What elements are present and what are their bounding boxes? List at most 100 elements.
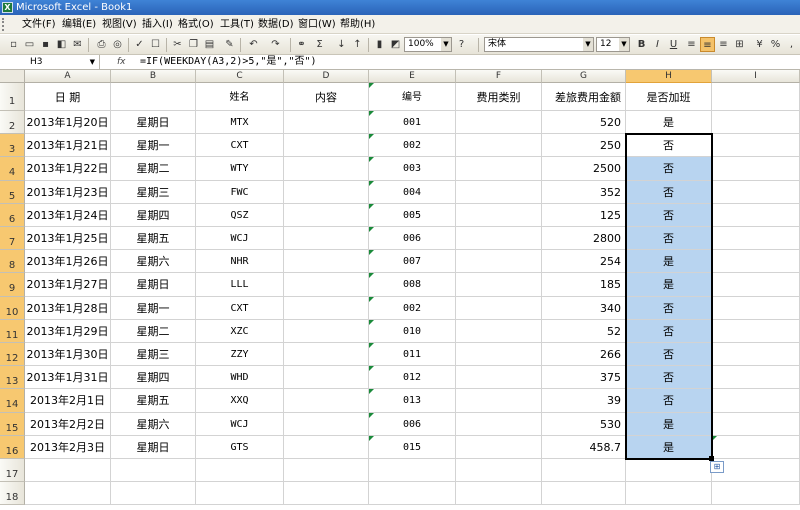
cell-a3[interactable]: 2013年1月21日	[25, 134, 111, 158]
menu-window[interactable]: 窗口(W)	[298, 17, 336, 32]
row-header[interactable]: 13	[0, 366, 25, 390]
cell-g16[interactable]: 458.7	[542, 435, 626, 459]
error-indicator-icon[interactable]	[369, 319, 374, 325]
cell-c3[interactable]: CXT	[196, 134, 284, 158]
cell-i2[interactable]	[712, 111, 800, 135]
cell-h11[interactable]: 否	[626, 319, 712, 343]
cell-g1[interactable]: 差旅费用金额	[542, 83, 626, 111]
autosum-icon[interactable]: Σ	[312, 37, 327, 52]
cell-h5[interactable]: 否	[626, 180, 712, 204]
column-header-i[interactable]: I	[712, 70, 800, 83]
cell-b4[interactable]: 星期二	[111, 157, 196, 181]
cell-h10[interactable]: 否	[626, 296, 712, 320]
cell-g6[interactable]: 125	[542, 203, 626, 227]
row-header[interactable]: 16	[0, 435, 25, 459]
cell-i8[interactable]	[712, 250, 800, 274]
cell-i16[interactable]	[712, 435, 800, 459]
row-header[interactable]: 6	[0, 203, 25, 227]
cell-f8[interactable]	[456, 250, 542, 274]
cell-e2[interactable]: 001	[369, 111, 456, 135]
cell-a10[interactable]: 2013年1月28日	[25, 296, 111, 320]
cell-a6[interactable]: 2013年1月24日	[25, 203, 111, 227]
cell-g18[interactable]	[542, 482, 626, 506]
research-icon[interactable]: ☐	[148, 37, 163, 52]
cell-f4[interactable]	[456, 157, 542, 181]
cell-c13[interactable]: WHD	[196, 366, 284, 390]
row-header[interactable]: 18	[0, 482, 25, 506]
error-indicator-icon[interactable]	[369, 180, 374, 186]
cell-a5[interactable]: 2013年1月23日	[25, 180, 111, 204]
cell-b13[interactable]: 星期四	[111, 366, 196, 390]
cell-d3[interactable]	[284, 134, 369, 158]
redo-icon[interactable]: ↷	[268, 37, 283, 52]
merge-center-icon[interactable]: ⊞	[732, 37, 747, 52]
column-header-h[interactable]: H	[626, 70, 712, 83]
cell-h1[interactable]: 是否加班	[626, 83, 712, 111]
cell-b3[interactable]: 星期一	[111, 134, 196, 158]
cell-e9[interactable]: 008	[369, 273, 456, 297]
cell-d16[interactable]	[284, 435, 369, 459]
cell-a4[interactable]: 2013年1月22日	[25, 157, 111, 181]
cell-e7[interactable]: 006	[369, 227, 456, 251]
formula-input[interactable]: =IF(WEEKDAY(A3,2)>5,"是","否")	[140, 55, 317, 69]
format-painter-icon[interactable]: ✎	[222, 37, 237, 52]
cell-b7[interactable]: 星期五	[111, 227, 196, 251]
cell-d5[interactable]	[284, 180, 369, 204]
underline-button[interactable]: U	[666, 37, 681, 52]
cell-f3[interactable]	[456, 134, 542, 158]
cell-i14[interactable]	[712, 389, 800, 413]
cell-b1[interactable]	[111, 83, 196, 111]
row-header[interactable]: 3	[0, 134, 25, 158]
help-icon[interactable]: ?	[454, 37, 469, 52]
cell-b11[interactable]: 星期二	[111, 319, 196, 343]
cell-d7[interactable]	[284, 227, 369, 251]
cell-b2[interactable]: 星期日	[111, 111, 196, 135]
menu-grip[interactable]	[2, 18, 5, 31]
row-header[interactable]: 8	[0, 250, 25, 274]
cell-c14[interactable]: XXQ	[196, 389, 284, 413]
row-header[interactable]: 2	[0, 111, 25, 135]
menu-help[interactable]: 帮助(H)	[340, 17, 375, 32]
row-header[interactable]: 11	[0, 319, 25, 343]
menu-edit[interactable]: 编辑(E)	[62, 17, 96, 32]
cell-c6[interactable]: QSZ	[196, 203, 284, 227]
cell-f12[interactable]	[456, 343, 542, 367]
cell-b15[interactable]: 星期六	[111, 412, 196, 436]
cell-e14[interactable]: 013	[369, 389, 456, 413]
cell-c12[interactable]: ZZY	[196, 343, 284, 367]
chevron-down-icon[interactable]: ▼	[619, 38, 629, 51]
cell-a11[interactable]: 2013年1月29日	[25, 319, 111, 343]
cell-f17[interactable]	[456, 459, 542, 483]
cell-f6[interactable]	[456, 203, 542, 227]
cell-a7[interactable]: 2013年1月25日	[25, 227, 111, 251]
cell-e16[interactable]: 015	[369, 435, 456, 459]
align-left-icon[interactable]: ≡	[684, 37, 699, 52]
cell-h7[interactable]: 否	[626, 227, 712, 251]
italic-button[interactable]: I	[650, 37, 665, 52]
cell-a13[interactable]: 2013年1月31日	[25, 366, 111, 390]
cell-b6[interactable]: 星期四	[111, 203, 196, 227]
align-center-icon[interactable]: ≡	[700, 37, 715, 52]
cell-d4[interactable]	[284, 157, 369, 181]
bold-button[interactable]: B	[634, 37, 649, 52]
row-header[interactable]: 4	[0, 157, 25, 181]
cell-c7[interactable]: WCJ	[196, 227, 284, 251]
cell-i9[interactable]	[712, 273, 800, 297]
cell-i7[interactable]	[712, 227, 800, 251]
cell-e18[interactable]	[369, 482, 456, 506]
cell-i13[interactable]	[712, 366, 800, 390]
email-icon[interactable]: ✉	[70, 37, 85, 52]
error-indicator-icon[interactable]	[712, 435, 717, 441]
cell-h17[interactable]	[626, 459, 712, 483]
cell-a2[interactable]: 2013年1月20日	[25, 111, 111, 135]
cell-g4[interactable]: 2500	[542, 157, 626, 181]
error-indicator-icon[interactable]	[369, 435, 374, 441]
cell-h15[interactable]: 是	[626, 412, 712, 436]
chevron-down-icon[interactable]: ▼	[583, 38, 593, 51]
cell-h18[interactable]	[626, 482, 712, 506]
cell-c5[interactable]: FWC	[196, 180, 284, 204]
cell-e15[interactable]: 006	[369, 412, 456, 436]
cell-f14[interactable]	[456, 389, 542, 413]
cell-i4[interactable]	[712, 157, 800, 181]
cell-h4[interactable]: 否	[626, 157, 712, 181]
